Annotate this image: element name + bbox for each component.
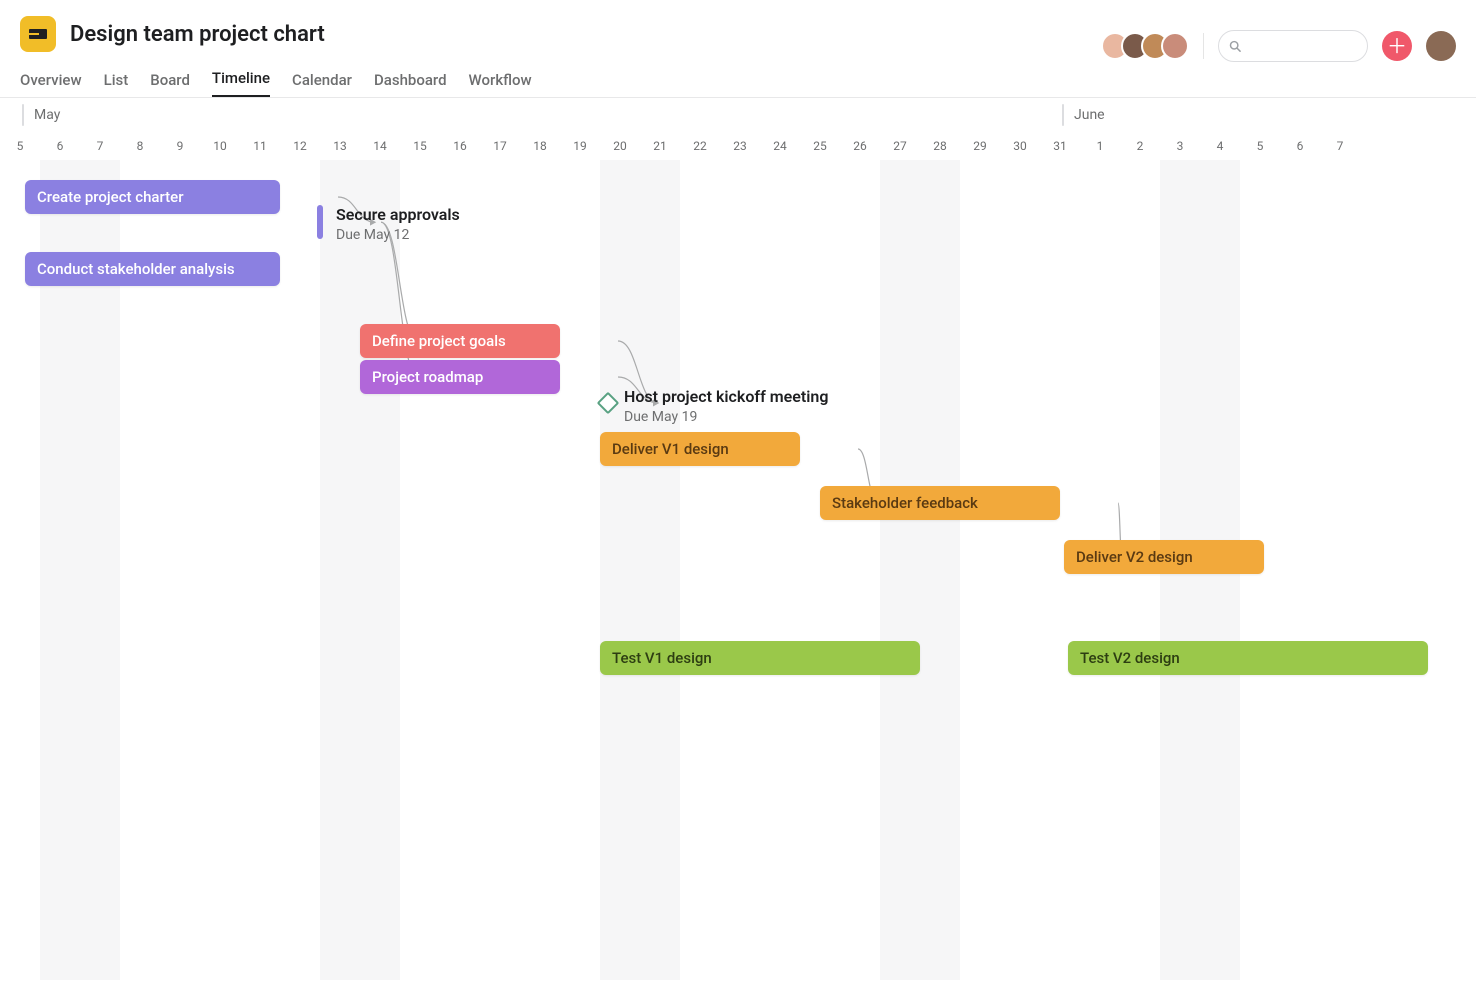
day-label: 1 — [1080, 132, 1120, 160]
day-label: 25 — [800, 132, 840, 160]
chart-area[interactable]: Create project charter Conduct stakeholde… — [0, 160, 1476, 980]
day-label: 12 — [280, 132, 320, 160]
milestone-kickoff-meeting[interactable]: Host project kickoff meetingDue May 19 — [624, 387, 828, 426]
tab-board[interactable]: Board — [150, 71, 190, 97]
tab-dashboard[interactable]: Dashboard — [374, 71, 447, 97]
task-test-v1[interactable]: Test V1 design — [600, 641, 920, 675]
task-define-goals[interactable]: Define project goals — [360, 324, 560, 358]
day-label: 2 — [1120, 132, 1160, 160]
task-deliver-v1[interactable]: Deliver V1 design — [600, 432, 800, 466]
day-label: 8 — [120, 132, 160, 160]
task-stakeholder-analysis[interactable]: Conduct stakeholder analysis — [25, 252, 280, 286]
day-label: 29 — [960, 132, 1000, 160]
task-stakeholder-fb[interactable]: Stakeholder feedback — [820, 486, 1060, 520]
day-label: 16 — [440, 132, 480, 160]
month-label: June — [1062, 104, 1105, 126]
day-label: 24 — [760, 132, 800, 160]
day-label: 15 — [400, 132, 440, 160]
timeline[interactable]: MayJune 56789101112131415161718192021222… — [0, 98, 1476, 980]
day-label: 6 — [40, 132, 80, 160]
tab-calendar[interactable]: Calendar — [292, 71, 352, 97]
day-label: 28 — [920, 132, 960, 160]
tab-overview[interactable]: Overview — [20, 71, 82, 97]
day-label: 9 — [160, 132, 200, 160]
task-test-v2[interactable]: Test V2 design — [1068, 641, 1428, 675]
day-label: 21 — [640, 132, 680, 160]
tab-timeline[interactable]: Timeline — [212, 69, 270, 97]
day-label: 10 — [200, 132, 240, 160]
tab-workflow[interactable]: Workflow — [469, 71, 532, 97]
day-label: 27 — [880, 132, 920, 160]
divider — [1203, 33, 1204, 59]
month-label: May — [22, 104, 60, 126]
day-label: 23 — [720, 132, 760, 160]
day-label: 31 — [1040, 132, 1080, 160]
day-label: 5 — [0, 132, 40, 160]
day-label: 26 — [840, 132, 880, 160]
task-create-charter[interactable]: Create project charter — [25, 180, 280, 214]
day-label: 30 — [1000, 132, 1040, 160]
day-label: 22 — [680, 132, 720, 160]
milestone-marker-secure-approvals[interactable] — [317, 205, 323, 239]
day-label: 17 — [480, 132, 520, 160]
day-label: 3 — [1160, 132, 1200, 160]
day-label: 19 — [560, 132, 600, 160]
milestone-secure-approvals[interactable]: Secure approvalsDue May 12 — [336, 205, 460, 244]
task-deliver-v2[interactable]: Deliver V2 design — [1064, 540, 1264, 574]
day-label: 5 — [1240, 132, 1280, 160]
day-label: 6 — [1280, 132, 1320, 160]
task-project-roadmap[interactable]: Project roadmap — [360, 360, 560, 394]
member-avatars[interactable] — [1101, 32, 1189, 60]
milestone-marker-kickoff-meeting[interactable] — [597, 392, 620, 415]
month-header: May June — [0, 98, 1476, 132]
day-label: 7 — [80, 132, 120, 160]
day-label: 14 — [360, 132, 400, 160]
day-label: 20 — [600, 132, 640, 160]
project-title[interactable]: Design team project chart — [70, 22, 325, 47]
project-icon[interactable] — [20, 16, 56, 52]
view-tabs: Overview List Board Timeline Calendar Dashboa… — [0, 66, 1476, 98]
tab-list[interactable]: List — [104, 71, 129, 97]
current-user-avatar[interactable] — [1426, 31, 1456, 61]
search-input[interactable] — [1249, 38, 1357, 54]
search-box[interactable] — [1218, 30, 1368, 62]
search-icon — [1229, 39, 1241, 53]
day-label: 4 — [1200, 132, 1240, 160]
day-label: 11 — [240, 132, 280, 160]
day-label: 7 — [1320, 132, 1360, 160]
day-header: 5678910111213141516171819202122232425262… — [0, 132, 1476, 160]
plus-icon: ＋ — [1387, 36, 1407, 56]
day-label: 18 — [520, 132, 560, 160]
add-button[interactable]: ＋ — [1382, 31, 1412, 61]
member-avatar[interactable] — [1161, 32, 1189, 60]
day-label: 13 — [320, 132, 360, 160]
